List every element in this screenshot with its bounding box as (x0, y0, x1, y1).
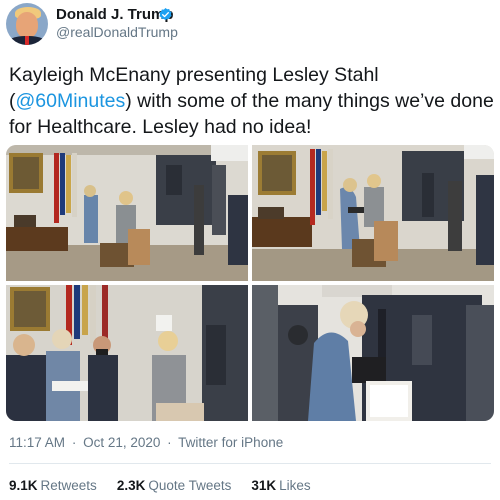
retweets-label: Retweets (40, 478, 97, 493)
verified-badge-icon (159, 7, 172, 21)
quote-tweets-label: Quote Tweets (148, 478, 232, 493)
retweets-count: 9.1K (9, 478, 38, 493)
tweet-meta: 11:17 AM · Oct 21, 2020 · Twitter for iP… (9, 435, 286, 450)
likes-label: Likes (279, 478, 311, 493)
avatar[interactable] (6, 3, 48, 45)
photo-4[interactable] (252, 285, 494, 421)
user-handle[interactable]: @realDonaldTrump (56, 24, 178, 40)
meta-separator: · (71, 435, 77, 450)
display-name[interactable]: Donald J. Trump (56, 6, 174, 23)
tweet-text: Kayleigh McEnany presenting Lesley Stahl… (9, 62, 495, 140)
photo-1[interactable] (6, 145, 248, 281)
mention-link[interactable]: @60Minutes (16, 90, 126, 112)
likes-count: 31K (251, 478, 277, 493)
photo-3[interactable] (6, 285, 248, 421)
tweet-source[interactable]: Twitter for iPhone (178, 435, 283, 450)
quote-tweets-stat[interactable]: 2.3K Quote Tweets (117, 478, 232, 493)
tweet-stats: 9.1K Retweets 2.3K Quote Tweets 31K Likes (9, 478, 331, 493)
tweet-date[interactable]: Oct 21, 2020 (83, 435, 160, 450)
photo-2[interactable] (252, 145, 494, 281)
meta-separator: · (167, 435, 172, 450)
divider (9, 463, 491, 464)
tweet-time[interactable]: 11:17 AM (9, 435, 65, 450)
media-grid (6, 145, 494, 421)
quote-tweets-count: 2.3K (116, 478, 146, 493)
retweets-stat[interactable]: 9.1K Retweets (9, 478, 97, 493)
likes-stat[interactable]: 31K Likes (251, 478, 310, 493)
